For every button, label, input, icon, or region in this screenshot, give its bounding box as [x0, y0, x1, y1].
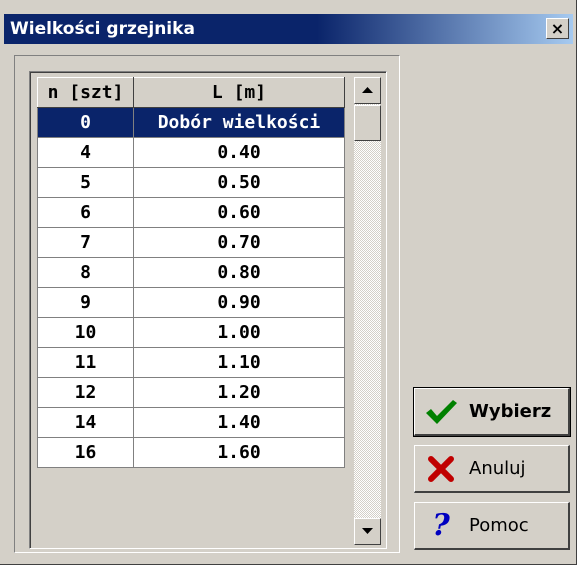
size-grid: n [szt] L [m] 0 Dobór wielkości 4 0.40 5 0.50… [30, 72, 386, 548]
cell-n[interactable]: 16 [37, 437, 134, 468]
cell-length[interactable]: 1.60 [133, 437, 345, 468]
select-button[interactable]: Wybierz [413, 387, 571, 437]
scroll-up-button[interactable] [354, 77, 381, 104]
cell-length[interactable]: 0.40 [133, 137, 345, 168]
select-button-label: Wybierz [469, 401, 552, 422]
table-row[interactable]: 11 1.10 [37, 347, 345, 378]
table-header-row: n [szt] L [m] [37, 77, 345, 108]
cell-length[interactable]: 0.70 [133, 227, 345, 258]
scroll-thumb[interactable] [354, 105, 381, 141]
cell-n[interactable]: 6 [37, 197, 134, 228]
cell-length[interactable]: 0.60 [133, 197, 345, 228]
cell-n[interactable]: 7 [37, 227, 134, 258]
cell-n[interactable]: 0 [37, 107, 134, 138]
cancel-button[interactable]: Anuluj [414, 445, 570, 493]
arrow-up-icon [362, 87, 373, 93]
cell-length[interactable]: 0.50 [133, 167, 345, 198]
vertical-scrollbar[interactable] [354, 77, 381, 545]
cell-length[interactable]: 1.20 [133, 377, 345, 408]
column-header-l[interactable]: L [m] [133, 77, 345, 108]
question-icon: ? [432, 508, 450, 543]
cell-length[interactable]: 0.90 [133, 287, 345, 318]
cell-length[interactable]: Dobór wielkości [133, 107, 345, 138]
table-row[interactable]: 4 0.40 [37, 137, 345, 168]
cell-n[interactable]: 4 [37, 137, 134, 168]
close-icon: × [550, 18, 565, 38]
x-icon [421, 455, 461, 482]
cell-n[interactable]: 14 [37, 407, 134, 438]
window-title: Wielkości grzejnika [10, 19, 195, 39]
scroll-down-button[interactable] [354, 518, 381, 545]
table-row[interactable]: 12 1.20 [37, 377, 345, 408]
cell-n[interactable]: 11 [37, 347, 134, 378]
cell-n[interactable]: 5 [37, 167, 134, 198]
table-row[interactable]: 5 0.50 [37, 167, 345, 198]
size-table: n [szt] L [m] 0 Dobór wielkości 4 0.40 5 0.50… [37, 77, 345, 468]
cell-length[interactable]: 1.40 [133, 407, 345, 438]
help-button-label: Pomoc [469, 515, 529, 536]
size-grid-frame: n [szt] L [m] 0 Dobór wielkości 4 0.40 5 0.50… [29, 71, 387, 549]
table-row[interactable]: 9 0.90 [37, 287, 345, 318]
table-row[interactable]: 6 0.60 [37, 197, 345, 228]
cell-length[interactable]: 1.10 [133, 347, 345, 378]
cell-n[interactable]: 10 [37, 317, 134, 348]
table-row[interactable]: 10 1.00 [37, 317, 345, 348]
cancel-button-label: Anuluj [469, 458, 526, 479]
cell-length[interactable]: 0.80 [133, 257, 345, 288]
table-row[interactable]: 14 1.40 [37, 407, 345, 438]
table-row[interactable]: 16 1.60 [37, 437, 345, 468]
close-button[interactable]: × [546, 18, 569, 39]
cell-n[interactable]: 8 [37, 257, 134, 288]
table-row[interactable]: 0 Dobór wielkości [37, 107, 345, 138]
checkmark-icon [421, 398, 461, 426]
arrow-down-icon [362, 528, 373, 534]
cell-length[interactable]: 1.00 [133, 317, 345, 348]
column-header-n[interactable]: n [szt] [37, 77, 134, 108]
cell-n[interactable]: 12 [37, 377, 134, 408]
table-row[interactable]: 7 0.70 [37, 227, 345, 258]
table-row[interactable]: 8 0.80 [37, 257, 345, 288]
dialog-window: Wielkości grzejnika × n [szt] L [m] 0 Dob… [0, 0, 577, 565]
title-bar[interactable]: Wielkości grzejnika × [4, 14, 573, 44]
help-button[interactable]: ? Pomoc [414, 502, 570, 550]
cell-n[interactable]: 9 [37, 287, 134, 318]
